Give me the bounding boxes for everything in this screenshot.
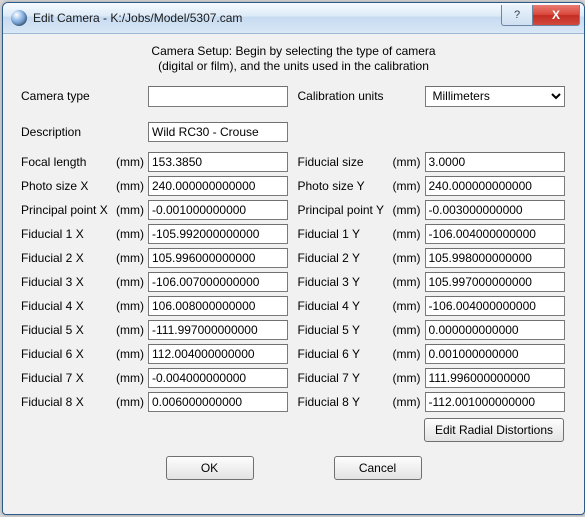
f1y-unit: (mm)	[393, 227, 425, 241]
photo_y-input[interactable]	[425, 176, 565, 196]
f1y-input[interactable]	[425, 224, 565, 244]
f8x-label: Fiducial 8 X	[21, 395, 116, 409]
f1y-label: Fiducial 1 Y	[298, 227, 393, 241]
f6x-input[interactable]	[148, 344, 288, 364]
pp_x-label: Principal point X	[21, 203, 116, 217]
f6y-label: Fiducial 6 Y	[298, 347, 393, 361]
f4x-label: Fiducial 4 X	[21, 299, 116, 313]
f5x-unit: (mm)	[116, 323, 148, 337]
focal-input[interactable]	[148, 152, 288, 172]
f2x-unit: (mm)	[116, 251, 148, 265]
close-button[interactable]: X	[533, 5, 580, 26]
edit-radial-button[interactable]: Edit Radial Distortions	[424, 418, 564, 442]
f2x-input[interactable]	[148, 248, 288, 268]
pp_x-unit: (mm)	[116, 203, 148, 217]
f8y-label: Fiducial 8 Y	[298, 395, 393, 409]
f4x-input[interactable]	[148, 296, 288, 316]
f8x-input[interactable]	[148, 392, 288, 412]
cancel-button[interactable]: Cancel	[334, 456, 422, 480]
f1x-unit: (mm)	[116, 227, 148, 241]
f2y-label: Fiducial 2 Y	[298, 251, 393, 265]
camera-type-label: Camera type	[21, 89, 116, 103]
f7y-input[interactable]	[425, 368, 565, 388]
camera-type-select[interactable]: Scanned film	[148, 86, 288, 107]
f6x-unit: (mm)	[116, 347, 148, 361]
f3y-unit: (mm)	[393, 275, 425, 289]
f2y-unit: (mm)	[393, 251, 425, 265]
f7y-unit: (mm)	[393, 371, 425, 385]
pp_x-input[interactable]	[148, 200, 288, 220]
pp_y-label: Principal point Y	[298, 203, 393, 217]
fiducial_size-input[interactable]	[425, 152, 565, 172]
f1x-input[interactable]	[148, 224, 288, 244]
setup-line2: (digital or film), and the units used in…	[21, 59, 566, 74]
f3x-input[interactable]	[148, 272, 288, 292]
calib-units-select[interactable]: Millimeters	[425, 86, 565, 107]
f5y-unit: (mm)	[393, 323, 425, 337]
window-title: Edit Camera - K:/Jobs/Model/5307.cam	[33, 11, 501, 25]
f8y-input[interactable]	[425, 392, 565, 412]
edit-camera-window: Edit Camera - K:/Jobs/Model/5307.cam ? X…	[2, 2, 585, 515]
focal-unit: (mm)	[116, 155, 148, 169]
f6x-label: Fiducial 6 X	[21, 347, 116, 361]
f3x-unit: (mm)	[116, 275, 148, 289]
f4y-unit: (mm)	[393, 299, 425, 313]
f8y-unit: (mm)	[393, 395, 425, 409]
pp_y-unit: (mm)	[393, 203, 425, 217]
focal-label: Focal length	[21, 155, 116, 169]
f7x-input[interactable]	[148, 368, 288, 388]
fiducial_size-label: Fiducial size	[298, 155, 393, 169]
photo_x-label: Photo size X	[21, 179, 116, 193]
f4x-unit: (mm)	[116, 299, 148, 313]
f7x-label: Fiducial 7 X	[21, 371, 116, 385]
f3x-label: Fiducial 3 X	[21, 275, 116, 289]
titlebar[interactable]: Edit Camera - K:/Jobs/Model/5307.cam ? X	[3, 3, 584, 34]
photo_y-unit: (mm)	[393, 179, 425, 193]
f2x-label: Fiducial 2 X	[21, 251, 116, 265]
fiducial_size-unit: (mm)	[393, 155, 425, 169]
description-input[interactable]	[148, 122, 288, 142]
help-button[interactable]: ?	[501, 5, 533, 26]
f6y-input[interactable]	[425, 344, 565, 364]
description-label: Description	[21, 125, 116, 139]
photo_x-input[interactable]	[148, 176, 288, 196]
f4y-label: Fiducial 4 Y	[298, 299, 393, 313]
app-icon	[11, 10, 27, 26]
f6y-unit: (mm)	[393, 347, 425, 361]
f5y-label: Fiducial 5 Y	[298, 323, 393, 337]
f3y-input[interactable]	[425, 272, 565, 292]
photo_x-unit: (mm)	[116, 179, 148, 193]
photo_y-label: Photo size Y	[298, 179, 393, 193]
calib-units-label: Calibration units	[298, 89, 393, 103]
f7y-label: Fiducial 7 Y	[298, 371, 393, 385]
ok-button[interactable]: OK	[166, 456, 254, 480]
setup-line1: Camera Setup: Begin by selecting the typ…	[21, 44, 566, 59]
f5x-label: Fiducial 5 X	[21, 323, 116, 337]
f2y-input[interactable]	[425, 248, 565, 268]
f3y-label: Fiducial 3 Y	[298, 275, 393, 289]
pp_y-input[interactable]	[425, 200, 565, 220]
f8x-unit: (mm)	[116, 395, 148, 409]
f5y-input[interactable]	[425, 320, 565, 340]
f7x-unit: (mm)	[116, 371, 148, 385]
f1x-label: Fiducial 1 X	[21, 227, 116, 241]
f4y-input[interactable]	[425, 296, 565, 316]
f5x-input[interactable]	[148, 320, 288, 340]
